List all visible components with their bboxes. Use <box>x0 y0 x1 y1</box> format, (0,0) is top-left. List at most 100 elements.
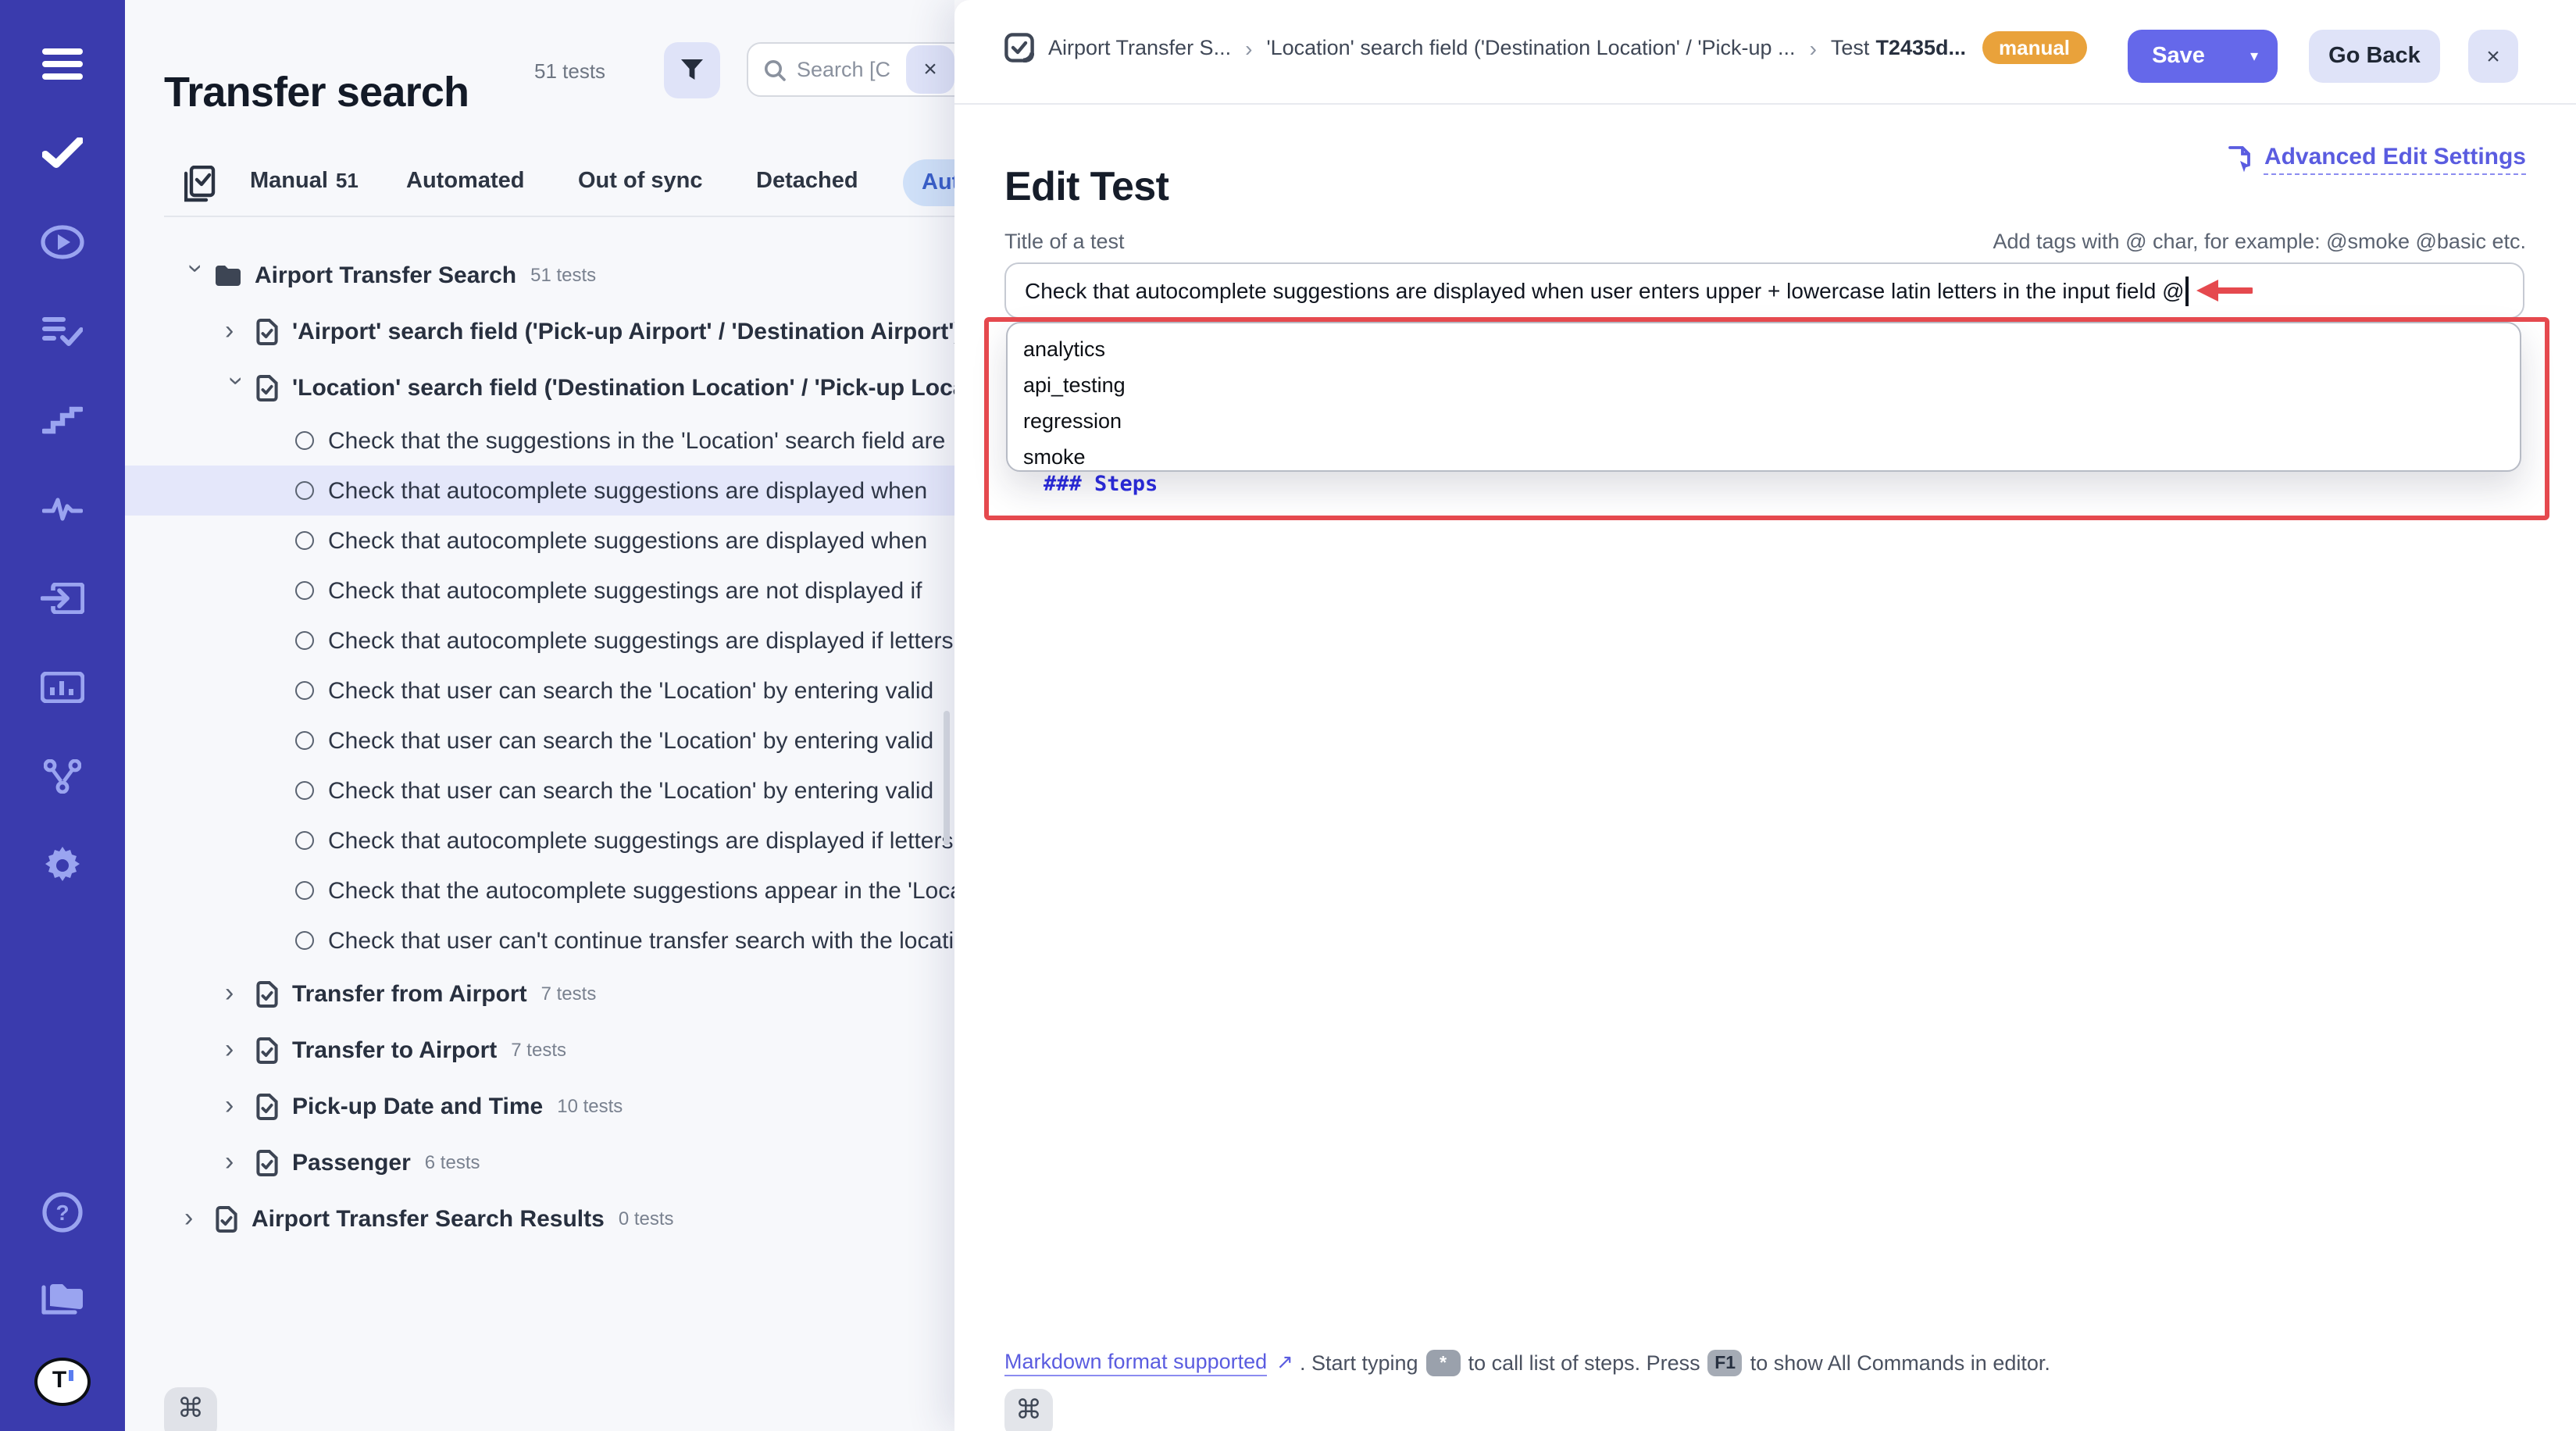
tree-row-label: Check that the suggestions in the 'Locat… <box>328 427 945 454</box>
text-cursor <box>2186 276 2189 305</box>
reports-icon[interactable] <box>39 664 86 711</box>
drawer-header-divider <box>954 103 2576 105</box>
tree-row-count: 7 tests <box>511 1039 566 1061</box>
tree-row-label: Airport Transfer Search Results <box>252 1205 605 1232</box>
breadcrumb-test[interactable]: TestT2435d... <box>1831 36 1966 59</box>
tree-row[interactable]: › Check that the suggestions in the 'Loc… <box>125 416 954 466</box>
tree-row[interactable]: › Transfer from Airport 7 tests <box>125 965 954 1022</box>
tree-row[interactable]: › Airport Transfer Search Results 0 test… <box>125 1190 954 1247</box>
title-field-label: Title of a test <box>1004 230 1125 253</box>
chevron-icon[interactable]: › <box>225 320 247 342</box>
tag-suggestion-item[interactable]: analytics <box>1008 331 2520 367</box>
advanced-settings-icon <box>2228 145 2255 174</box>
clear-search-button[interactable]: × <box>906 45 954 94</box>
tree-row[interactable]: › Airport Transfer Search 51 tests <box>125 247 954 303</box>
tree-row[interactable]: › Passenger 6 tests <box>125 1134 954 1190</box>
tests-count: 51 tests <box>534 59 605 83</box>
check-icon[interactable] <box>39 130 86 177</box>
test-circle-icon <box>295 681 314 700</box>
chevron-icon[interactable]: › <box>225 1151 247 1173</box>
tree-row-count: 51 tests <box>530 264 596 286</box>
page-title: Transfer search <box>164 69 469 117</box>
tree-row[interactable]: › Check that autocomplete suggestings ar… <box>125 616 954 666</box>
test-runs-icon[interactable] <box>39 308 86 355</box>
doc-check-icon <box>256 1093 278 1119</box>
save-button[interactable]: Save ▾ <box>2128 30 2278 83</box>
play-circle-icon[interactable] <box>39 219 86 266</box>
save-dropdown-caret[interactable]: ▾ <box>2231 48 2278 65</box>
tree-row[interactable]: › Check that user can't continue transfe… <box>125 915 954 965</box>
title-input[interactable]: Check that autocomplete suggestions are … <box>1004 262 2524 319</box>
test-circle-icon <box>295 581 314 600</box>
tab-manual-count: 51 <box>336 169 359 192</box>
tree-row[interactable]: › Check that autocomplete suggestions ar… <box>125 466 954 516</box>
search-icon <box>764 59 786 80</box>
tree-scrollbar[interactable] <box>944 711 950 845</box>
chevron-icon[interactable]: › <box>184 264 206 286</box>
asterisk-keycap: * <box>1426 1350 1461 1376</box>
chevron-icon[interactable]: › <box>225 983 247 1005</box>
automation-filter-chip[interactable]: Aut <box>903 159 954 206</box>
tab-automated[interactable]: Automated <box>406 169 524 194</box>
gear-icon[interactable] <box>39 842 86 889</box>
tab-detached[interactable]: Detached <box>756 169 858 194</box>
tree-row[interactable]: › Check that user can search the 'Locati… <box>125 666 954 716</box>
chevron-icon[interactable]: › <box>184 1208 206 1229</box>
breadcrumb-subsuite[interactable]: 'Location' search field ('Destination Lo… <box>1266 36 1795 59</box>
doc-check-icon <box>216 1205 237 1232</box>
chevron-icon[interactable]: › <box>225 1095 247 1117</box>
avatar[interactable]: T <box>34 1358 91 1406</box>
sidebar-bottom-group: ? T <box>0 1189 125 1409</box>
steps-icon[interactable] <box>39 397 86 444</box>
tree-row[interactable]: › Check that user can search the 'Locati… <box>125 765 954 815</box>
tree-row[interactable]: › 'Airport' search field ('Pick-up Airpo… <box>125 303 954 359</box>
tab-out-of-sync[interactable]: Out of sync <box>578 169 703 194</box>
tag-suggestions-dropdown: analyticsapi_testingregressionsmoke <box>1006 322 2521 472</box>
sign-in-icon[interactable] <box>39 575 86 622</box>
doc-check-icon <box>256 318 278 344</box>
tags-hint: Add tags with @ char, for example: @smok… <box>1993 230 2526 253</box>
tree-row-label: Passenger <box>292 1149 411 1176</box>
avatar-letter: T <box>52 1367 66 1394</box>
footer-text-1: . Start typing <box>1300 1351 1418 1375</box>
activity-icon[interactable] <box>39 486 86 533</box>
tree-row[interactable]: › 'Location' search field ('Destination … <box>125 359 954 416</box>
advanced-edit-settings-link[interactable]: Advanced Edit Settings <box>2228 144 2526 175</box>
manual-badge: manual <box>1982 31 2087 64</box>
chevron-icon[interactable]: › <box>225 1039 247 1061</box>
tree-row-label: 'Location' search field ('Destination Lo… <box>292 374 954 401</box>
tree-row-label: Check that autocomplete suggestings are … <box>328 627 953 654</box>
tree-row[interactable]: › Pick-up Date and Time 10 tests <box>125 1078 954 1134</box>
tree-row-label: Check that user can search the 'Location… <box>328 727 933 754</box>
test-circle-icon <box>295 431 314 450</box>
filter-button[interactable] <box>664 42 720 98</box>
help-icon[interactable]: ? <box>39 1189 86 1236</box>
tree-row[interactable]: › Check that autocomplete suggestings ar… <box>125 566 954 616</box>
folder-icon[interactable] <box>39 1273 86 1320</box>
command-key-icon: ⌘ <box>1015 1395 1042 1426</box>
chevron-icon[interactable]: › <box>225 376 247 398</box>
go-back-button[interactable]: Go Back <box>2309 30 2440 83</box>
branch-icon[interactable] <box>39 753 86 800</box>
test-circle-icon <box>295 931 314 950</box>
tag-suggestion-item[interactable]: smoke <box>1008 439 2520 475</box>
svg-text:?: ? <box>55 1201 69 1225</box>
tag-suggestion-item[interactable]: regression <box>1008 403 2520 439</box>
status-tabs: Manual51 Automated Out of sync Detached … <box>125 159 954 212</box>
tree-row[interactable]: › Check that autocomplete suggestions ar… <box>125 516 954 566</box>
doc-check-icon <box>256 374 278 401</box>
clipboard-check-icon[interactable] <box>184 166 216 211</box>
tree-row[interactable]: › Transfer to Airport 7 tests <box>125 1022 954 1078</box>
tree-shortcut-key: ⌘ <box>164 1387 217 1431</box>
tree-row[interactable]: › Check that user can search the 'Locati… <box>125 716 954 765</box>
tag-suggestion-item[interactable]: api_testing <box>1008 367 2520 403</box>
close-drawer-button[interactable]: × <box>2468 30 2518 83</box>
menu-icon[interactable] <box>39 41 86 87</box>
tab-manual[interactable]: Manual51 <box>250 169 359 194</box>
test-case-icon <box>1004 33 1034 62</box>
folder-icon <box>216 265 241 285</box>
tree-row[interactable]: › Check that autocomplete suggestings ar… <box>125 815 954 865</box>
tree-row[interactable]: › Check that the autocomplete suggestion… <box>125 865 954 915</box>
markdown-format-link[interactable]: Markdown format supported <box>1004 1350 1267 1376</box>
breadcrumb-suite[interactable]: Airport Transfer S... <box>1048 36 1231 59</box>
